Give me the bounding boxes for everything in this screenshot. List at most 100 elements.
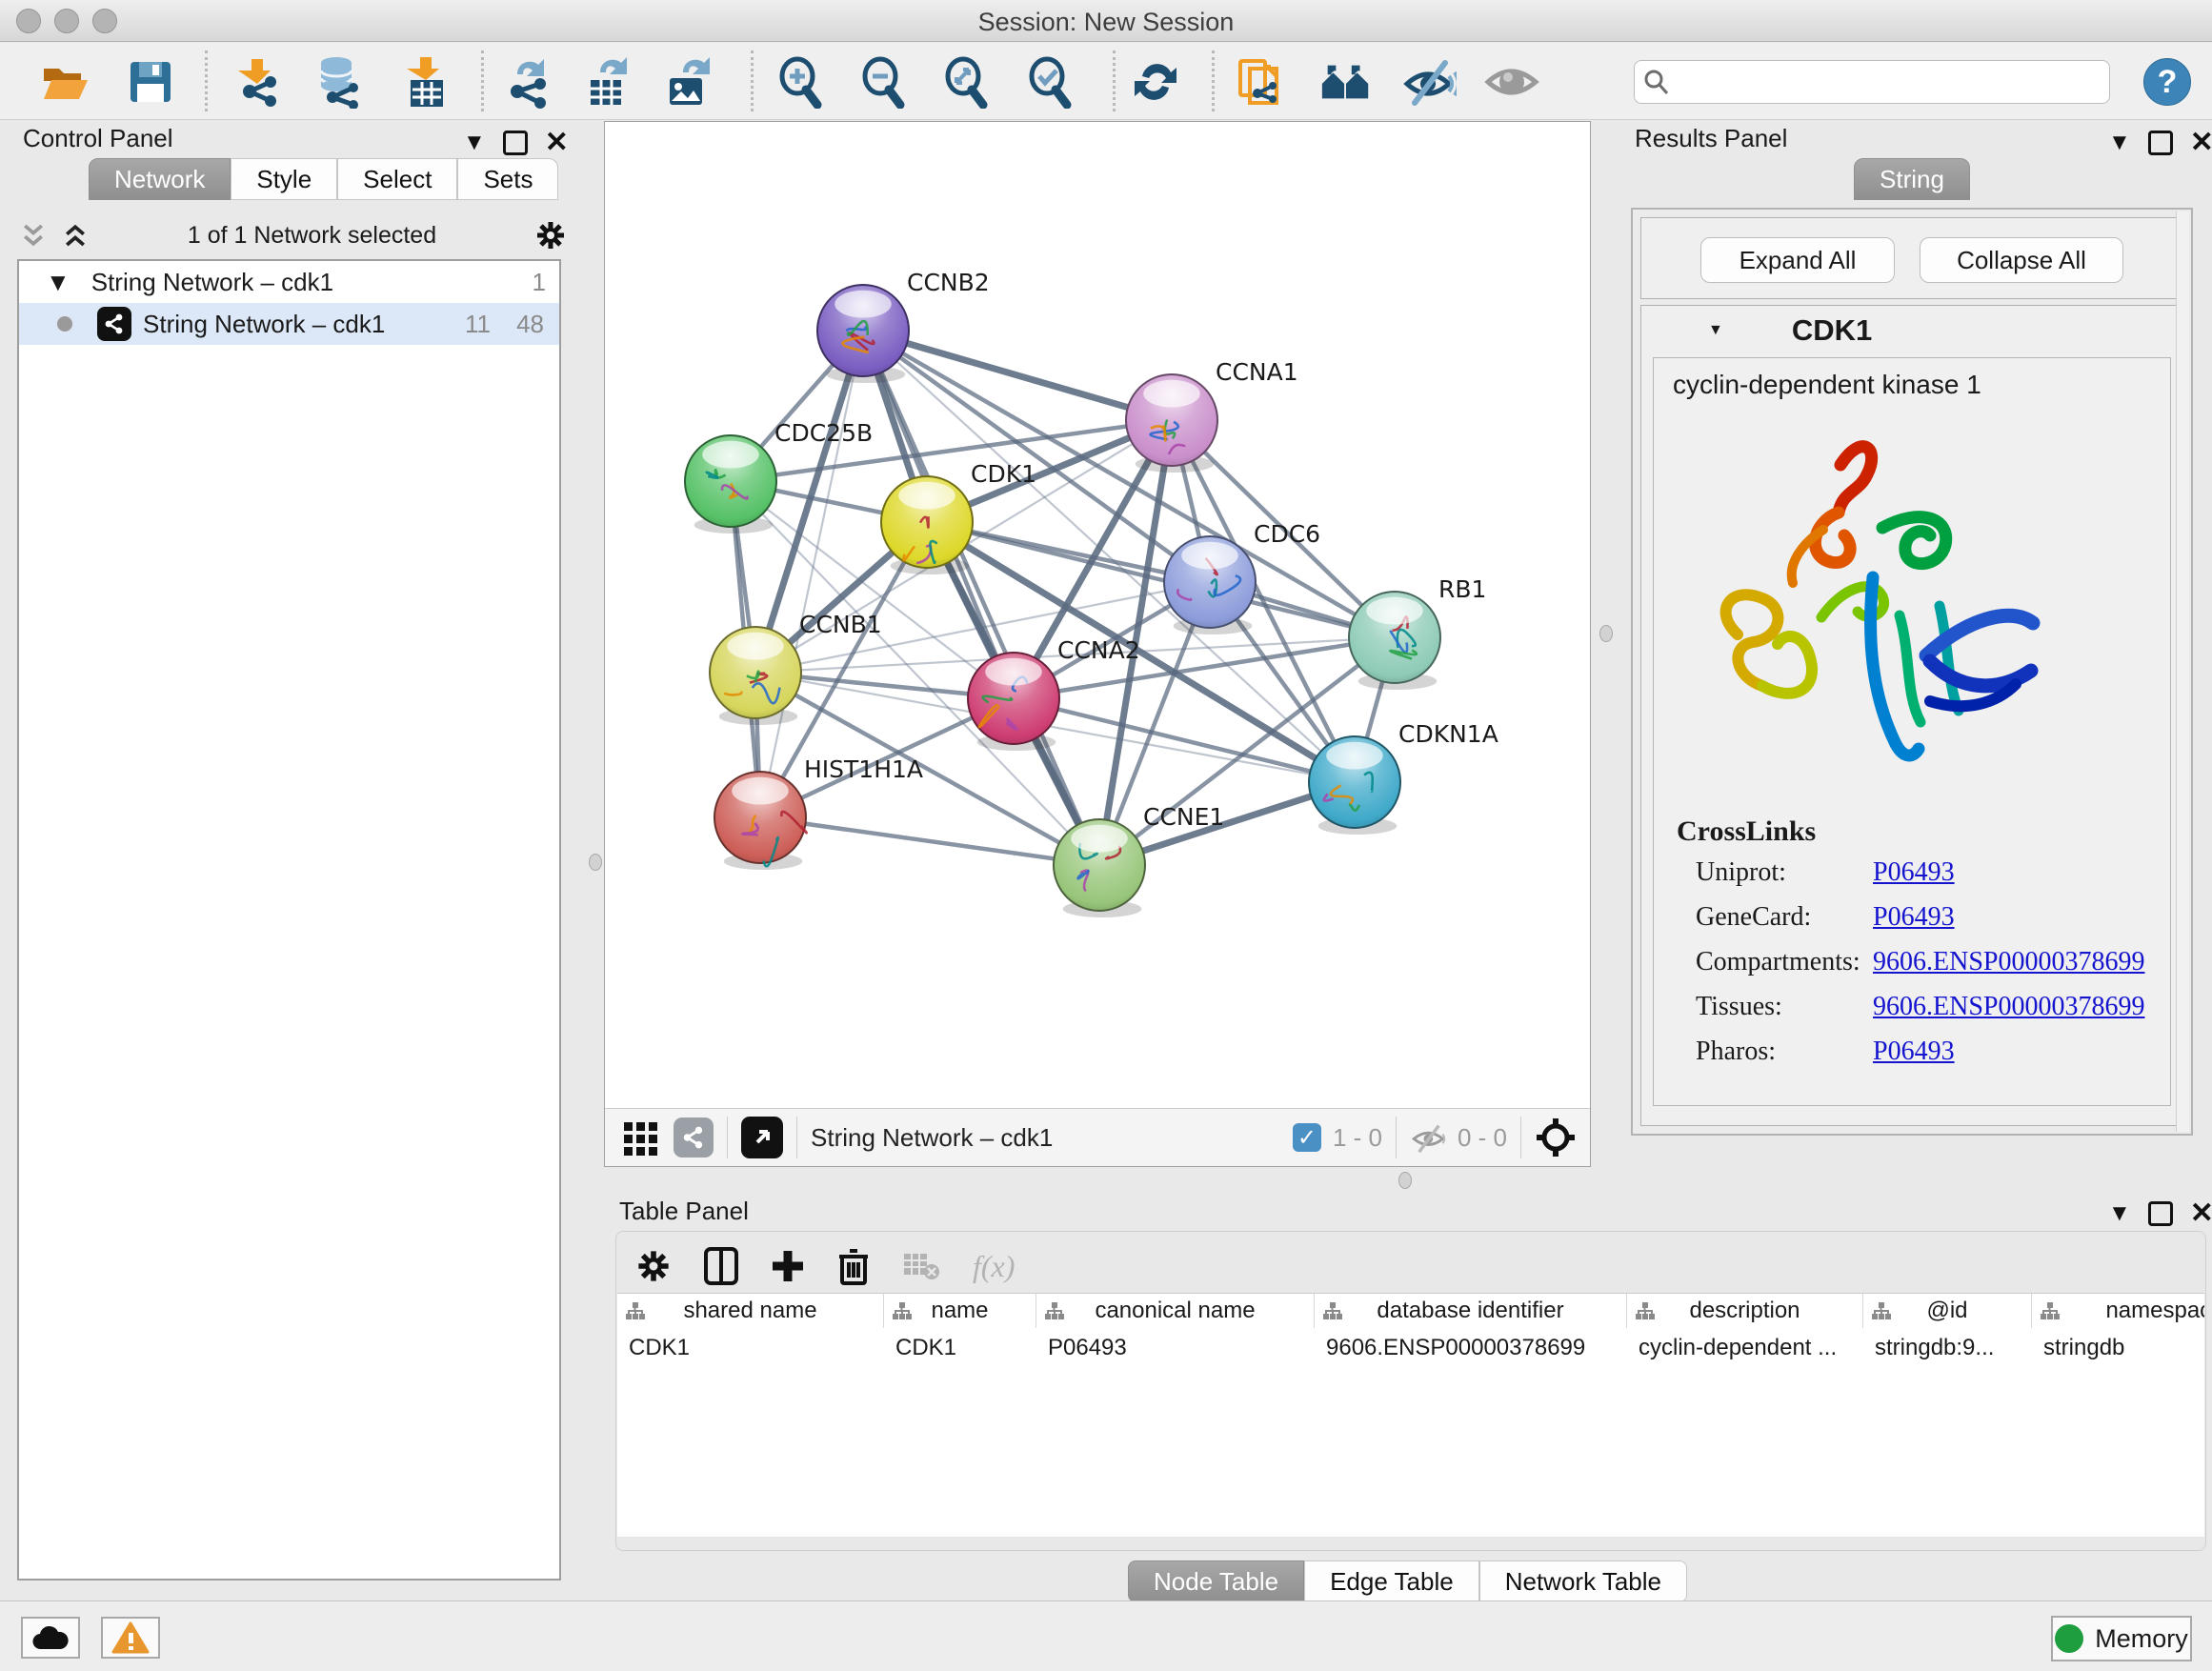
column-header-description[interactable]: description (1627, 1294, 1863, 1328)
zoom-out-icon[interactable] (855, 54, 911, 110)
left-splitter-handle[interactable] (589, 854, 602, 871)
save-session-icon[interactable] (123, 54, 178, 110)
network-node-hist1h1a[interactable]: HIST1H1A (714, 755, 923, 870)
tab-network[interactable]: Network (89, 158, 231, 200)
panel-float-icon[interactable] (2148, 131, 2173, 155)
node-label: CCNB2 (907, 269, 990, 296)
expand-all-chevrons-icon[interactable] (61, 221, 90, 250)
crosslink-link[interactable]: 9606.ENSP00000378699 (1873, 992, 2144, 1022)
network-node-ccna1[interactable]: CCNA1 (1126, 358, 1298, 473)
column-header-shared-name[interactable]: shared name (617, 1294, 884, 1328)
node-label: HIST1H1A (804, 755, 923, 783)
protein-section: ▼ CDK1 cyclin-dependent kinase 1 (1640, 305, 2183, 1126)
cloud-status-button[interactable] (21, 1617, 80, 1659)
column-header--id[interactable]: @id (1863, 1294, 2032, 1328)
column-header-name[interactable]: name (884, 1294, 1036, 1328)
search-box[interactable] (1634, 60, 2110, 104)
apply-layout-icon[interactable] (1128, 54, 1183, 110)
results-scrollbar[interactable] (2176, 211, 2189, 1132)
column-header-canonical-name[interactable]: canonical name (1036, 1294, 1315, 1328)
network-edge[interactable] (863, 331, 1099, 865)
string-view-icon[interactable] (674, 1117, 714, 1158)
crosslink-link[interactable]: 9606.ENSP00000378699 (1873, 947, 2144, 977)
table-cell[interactable]: CDK1 (617, 1330, 884, 1366)
panel-float-menu-icon[interactable]: ▼ (2108, 130, 2131, 156)
panel-float-menu-icon[interactable]: ▼ (2108, 1200, 2131, 1227)
network-node-cdc6[interactable]: CDC6 (1164, 520, 1320, 634)
show-all-icon[interactable] (1484, 54, 1539, 110)
table-cell[interactable]: P06493 (1036, 1330, 1315, 1366)
tab-node-table[interactable]: Node Table (1128, 1560, 1304, 1602)
import-network-database-icon[interactable] (311, 54, 366, 110)
crosslink-link[interactable]: P06493 (1873, 857, 1955, 888)
export-table-icon[interactable] (580, 54, 635, 110)
network-canvas[interactable]: CCNB2CCNA1CDC25BCDK1CDC6RB1CCNB1CCNA2CDK… (605, 122, 1590, 1108)
network-edge[interactable] (760, 817, 1099, 865)
network-view-toolbar: String Network – cdk1 ✓ 1 - 0 0 - 0 (605, 1108, 1590, 1166)
selected-checkbox-icon[interactable]: ✓ (1293, 1123, 1321, 1152)
hide-selected-icon[interactable] (1401, 54, 1457, 110)
tab-string[interactable]: String (1854, 158, 1970, 200)
collection-expand-icon[interactable]: ▼ (46, 268, 70, 297)
import-network-file-icon[interactable] (230, 54, 285, 110)
warning-status-button[interactable] (101, 1617, 160, 1659)
tab-network-table[interactable]: Network Table (1479, 1560, 1687, 1602)
show-columns-icon[interactable] (704, 1247, 738, 1285)
zoom-in-icon[interactable] (773, 54, 828, 110)
column-header-namespace[interactable]: namespace (2032, 1294, 2204, 1328)
collapse-all-chevrons-icon[interactable] (19, 221, 48, 250)
network-node-ccnb2[interactable]: CCNB2 (817, 269, 990, 383)
first-neighbors-icon[interactable] (1318, 54, 1374, 110)
tab-style[interactable]: Style (231, 158, 337, 200)
crosslink-link[interactable]: P06493 (1873, 902, 1955, 933)
add-column-icon[interactable] (771, 1249, 805, 1283)
table-cell[interactable]: 9606.ENSP00000378699 (1315, 1330, 1627, 1366)
table-cell[interactable]: cyclin-dependent ... (1627, 1330, 1863, 1366)
collapse-section-icon[interactable]: ▼ (1708, 322, 1723, 339)
network-row[interactable]: String Network – cdk1 11 48 (19, 303, 559, 345)
table-cell[interactable]: stringdb (2032, 1330, 2204, 1366)
network-node-cdkn1a[interactable]: CDKN1A (1309, 720, 1498, 835)
open-session-icon[interactable] (37, 54, 92, 110)
help-icon[interactable]: ? (2143, 58, 2191, 106)
crosslink-link[interactable]: P06493 (1873, 1037, 1955, 1067)
table-cell[interactable]: stringdb:9... (1863, 1330, 2032, 1366)
fit-selected-crosshair-icon[interactable] (1535, 1117, 1577, 1158)
network-edge[interactable] (863, 331, 1172, 420)
right-splitter-handle[interactable] (1599, 625, 1613, 642)
network-collection-row[interactable]: ▼ String Network – cdk1 1 (19, 261, 559, 303)
panel-float-menu-icon[interactable]: ▼ (463, 130, 486, 156)
bottom-splitter-handle[interactable] (1398, 1172, 1412, 1189)
zoom-selected-icon[interactable] (1022, 54, 1077, 110)
network-node-rb1[interactable]: RB1 (1349, 575, 1486, 690)
network-edge[interactable] (927, 522, 1395, 637)
protein-section-header[interactable]: ▼ CDK1 (1641, 306, 2182, 355)
column-header-database-identifier[interactable]: database identifier (1315, 1294, 1627, 1328)
network-edge[interactable] (760, 331, 863, 817)
column-header-label: @id (1926, 1298, 1967, 1324)
panel-close-icon[interactable]: ✕ (545, 126, 569, 159)
clone-network-icon[interactable] (1232, 54, 1287, 110)
memory-button[interactable]: Memory (2051, 1616, 2192, 1661)
export-image-icon[interactable] (661, 54, 716, 110)
birds-eye-view-icon[interactable] (741, 1117, 783, 1158)
import-table-icon[interactable] (398, 54, 453, 110)
export-network-icon[interactable] (499, 54, 554, 110)
search-input[interactable] (1679, 68, 2109, 96)
table-cell[interactable]: CDK1 (884, 1330, 1036, 1366)
panel-close-icon[interactable]: ✕ (2190, 1197, 2212, 1230)
delete-column-icon[interactable] (837, 1247, 870, 1285)
main-toolbar: ? (0, 43, 2212, 120)
grid-view-icon[interactable] (622, 1118, 660, 1157)
panel-close-icon[interactable]: ✕ (2190, 126, 2212, 159)
zoom-fit-icon[interactable] (938, 54, 994, 110)
panel-float-icon[interactable] (2148, 1201, 2173, 1226)
tab-edge-table[interactable]: Edge Table (1304, 1560, 1479, 1602)
collapse-all-button[interactable]: Collapse All (1920, 237, 2123, 283)
tab-select[interactable]: Select (337, 158, 457, 200)
table-options-gear-icon[interactable] (635, 1248, 672, 1284)
network-options-gear-icon[interactable] (534, 219, 567, 252)
expand-all-button[interactable]: Expand All (1700, 237, 1895, 283)
tab-sets[interactable]: Sets (457, 158, 558, 200)
panel-float-icon[interactable] (503, 131, 528, 155)
